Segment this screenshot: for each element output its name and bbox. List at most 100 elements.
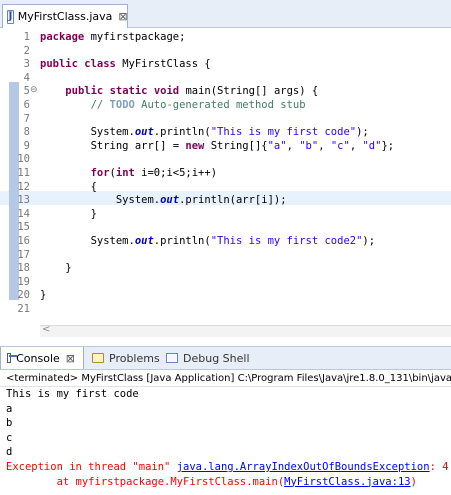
code-token: out xyxy=(134,126,154,139)
console-output-line: a xyxy=(6,402,13,415)
code-editor[interactable]: 1 2 3 4 5 6 7 8 9 10 11 12 13 14 15 16 17 18 19 20 21 ⊖ pack… xyxy=(0,28,451,337)
code-token: i=0;i<5;i++) xyxy=(134,167,218,179)
line-number: 8 xyxy=(23,126,30,139)
line-number: 4 xyxy=(23,71,30,84)
line-number: 12 xyxy=(17,180,30,193)
code-token: .println( xyxy=(153,235,211,247)
code-token: String[]{ xyxy=(204,139,268,152)
code-token: , xyxy=(318,139,331,152)
code-token: , xyxy=(286,139,300,152)
line-number: 1 xyxy=(23,31,30,43)
code-token: { xyxy=(40,180,97,193)
code-token: out xyxy=(134,235,154,247)
code-line: } xyxy=(40,289,46,303)
line-number: 21 xyxy=(17,303,30,315)
code-token: // xyxy=(90,99,110,111)
line-number: 10 xyxy=(17,153,30,166)
bottom-view-tabs: Console ⊠ Problems Debug Shell xyxy=(0,346,451,370)
stacktrace-prefix: at myfirstpackage.MyFirstClass.main( xyxy=(6,475,285,488)
line-number: 14 xyxy=(17,207,30,220)
code-token: "d" xyxy=(362,139,382,152)
editor-tab-myfirstclass[interactable]: J MyFirstClass.java ⊠ xyxy=(2,4,128,28)
code-line: System.out.println("This is my first cod… xyxy=(40,235,376,249)
close-icon[interactable]: ⊠ xyxy=(118,10,127,23)
tab-problems-label: Problems xyxy=(109,351,160,365)
code-token: "c" xyxy=(330,139,350,152)
line-number: 2 xyxy=(23,44,30,57)
line-number: 13 xyxy=(17,194,30,207)
line-number: 11 xyxy=(17,167,30,179)
code-line: System.out.println("This is my first cod… xyxy=(40,126,369,140)
console-process-header: <terminated> MyFirstClass [Java Applicat… xyxy=(0,370,451,387)
code-token: public xyxy=(65,85,104,98)
code-line: System.out.println(arr[i]); xyxy=(40,194,287,208)
fold-collapse-icon[interactable]: ⊖ xyxy=(30,84,38,98)
editor-tab-title: MyFirstClass.java xyxy=(17,10,113,23)
stacktrace-suffix: ) xyxy=(410,475,417,488)
code-token: int xyxy=(115,167,135,179)
code-token: System. xyxy=(40,194,161,207)
code-token: System. xyxy=(40,126,135,139)
console-output-line: b xyxy=(6,417,13,430)
annotation-ruler xyxy=(3,28,19,324)
code-token: static xyxy=(109,85,148,98)
code-line: public static void main(String[] args) { xyxy=(40,85,318,99)
error-prefix: Exception in thread "main" xyxy=(6,460,177,473)
scroll-left-icon[interactable]: < xyxy=(42,324,50,335)
console-icon xyxy=(7,353,18,363)
code-line: for(int i=0;i<5;i++) xyxy=(40,167,217,181)
line-number: 20 xyxy=(17,289,30,302)
line-number: 9 xyxy=(23,139,30,152)
line-number: 15 xyxy=(17,221,30,234)
code-token: main(String[] args) { xyxy=(179,85,319,98)
java-file-icon: J xyxy=(7,9,14,24)
line-number: 3 xyxy=(23,58,30,71)
editor-horizontal-scrollbar[interactable]: < xyxy=(40,324,451,337)
code-line: public class MyFirstClass { xyxy=(40,58,211,72)
code-line: String arr[] = new String[]{"a", "b", "c… xyxy=(40,139,395,154)
stacktrace-source-link[interactable]: MyFirstClass.java:13 xyxy=(284,476,410,488)
close-icon[interactable]: ⊠ xyxy=(66,352,75,365)
line-number: 16 xyxy=(17,235,30,247)
exception-link[interactable]: java.lang.ArrayIndexOutOfBoundsException xyxy=(177,461,430,473)
code-token: out xyxy=(160,194,180,207)
code-token: "b" xyxy=(299,139,319,152)
line-number: 6 xyxy=(23,99,30,111)
problems-icon xyxy=(92,353,104,363)
code-token: String arr[] = xyxy=(40,139,186,152)
code-token: ); xyxy=(362,235,376,247)
tab-debug-shell[interactable]: Debug Shell xyxy=(160,347,250,369)
code-token: .println( xyxy=(153,126,211,139)
code-token: for xyxy=(90,167,110,179)
code-token: class xyxy=(84,58,116,71)
tab-console[interactable]: Console ⊠ xyxy=(0,347,84,369)
tab-debug-shell-label: Debug Shell xyxy=(183,351,250,365)
code-token: TODO xyxy=(109,99,135,111)
code-line: package myfirstpackage; xyxy=(40,31,185,45)
code-line: } xyxy=(40,262,71,276)
tab-problems[interactable]: Problems xyxy=(86,347,160,369)
code-token: .println(arr[i]); xyxy=(179,194,287,207)
code-line: } xyxy=(40,208,97,222)
code-token: new xyxy=(185,139,205,152)
code-token: "This is my first code2" xyxy=(210,235,363,247)
code-token: }; xyxy=(381,139,395,152)
console-error-line: Exception in thread "main" java.lang.Arr… xyxy=(6,460,451,475)
code-token: MyFirstClass { xyxy=(115,58,211,71)
console-output-line: This is my first code xyxy=(6,388,139,400)
error-suffix: : 4 xyxy=(429,460,449,473)
code-token: } xyxy=(40,289,47,302)
tab-console-label: Console xyxy=(16,351,60,365)
code-token: ); xyxy=(356,126,369,139)
code-token: "a" xyxy=(267,139,287,152)
code-line: { xyxy=(40,181,97,195)
editor-tab-bar: J MyFirstClass.java ⊠ xyxy=(0,0,451,28)
console-output[interactable]: This is my first code a b c d Exception … xyxy=(6,387,451,489)
code-token: System. xyxy=(40,235,135,247)
code-token: , xyxy=(349,139,363,152)
console-stacktrace-line: at myfirstpackage.MyFirstClass.main(MyFi… xyxy=(6,475,451,490)
code-token: "This is my first code" xyxy=(210,126,357,139)
code-line: // TODO Auto-generated method stub xyxy=(40,99,306,113)
